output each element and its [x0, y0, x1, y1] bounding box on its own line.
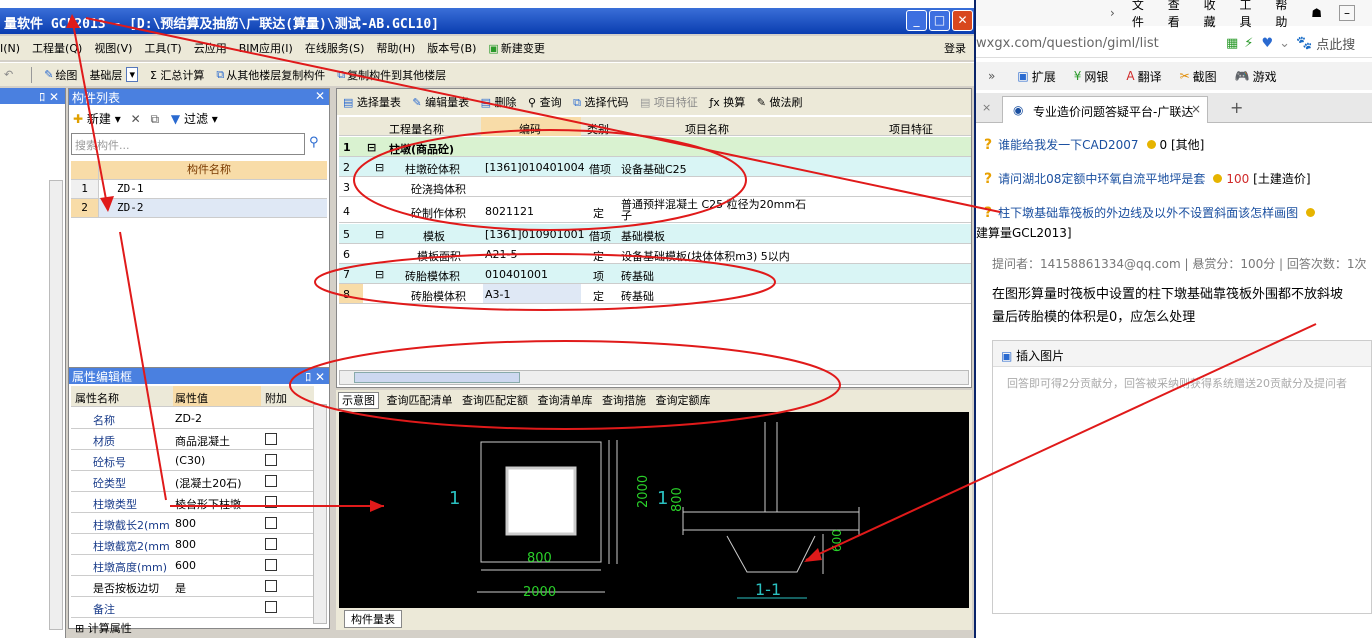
annotation-arrow	[805, 323, 1317, 561]
annotation-arrowhead	[370, 500, 384, 512]
annotation-arrow	[119, 231, 167, 501]
annotation-circle-brick	[314, 253, 776, 311]
annotation-overlay	[66, 14, 1317, 562]
annotation-arrowhead	[804, 548, 822, 562]
annotation-arrow	[85, 17, 1001, 213]
annotation-circle-scroll	[289, 340, 841, 430]
annotation-arrowhead	[100, 196, 114, 212]
annotation-arrowhead	[66, 14, 80, 28]
annotation-arrow	[71, 17, 109, 211]
